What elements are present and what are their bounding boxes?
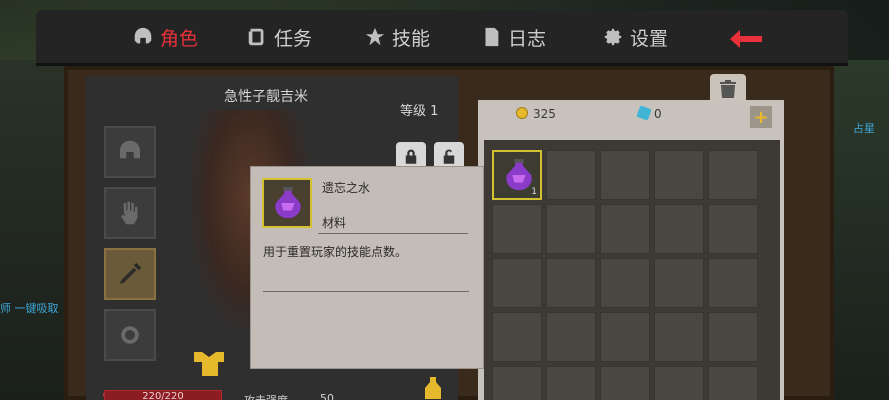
- tab-skills[interactable]: 技能: [364, 22, 430, 52]
- inventory-cell[interactable]: [654, 150, 704, 200]
- inventory-cell[interactable]: [708, 312, 758, 362]
- unlock-icon: [443, 149, 455, 164]
- skill-icon: [364, 26, 386, 48]
- character-name: 急性子靓吉米: [224, 89, 308, 105]
- purple-potion-icon: [275, 187, 301, 219]
- inventory-cell[interactable]: [708, 150, 758, 200]
- inventory-cell[interactable]: [708, 258, 758, 308]
- inventory-cell[interactable]: [492, 366, 542, 400]
- tab-quests[interactable]: 任务: [246, 22, 312, 52]
- ring-slot-icon: [121, 326, 139, 344]
- helmet-slot-icon: [120, 140, 140, 159]
- inventory-cell[interactable]: [546, 204, 596, 254]
- gem-amount: 0: [654, 107, 662, 121]
- back-button[interactable]: [716, 26, 776, 52]
- scroll-icon: [246, 26, 268, 48]
- inventory-cell[interactable]: [708, 204, 758, 254]
- world-right-text: 占星: [853, 122, 875, 135]
- tab-settings[interactable]: 设置: [602, 22, 668, 52]
- inventory-cell[interactable]: [600, 366, 650, 400]
- lock-icon: [405, 149, 417, 164]
- tab-journal[interactable]: 日志: [480, 22, 546, 52]
- inventory-cell[interactable]: [600, 150, 650, 200]
- armor-icon[interactable]: [192, 348, 226, 378]
- tab-quests-label: 任务: [274, 27, 313, 50]
- tooltip-divider: [318, 233, 468, 234]
- inventory-cell[interactable]: [492, 258, 542, 308]
- helmet-icon: [132, 26, 154, 48]
- tooltip-description: 用于重置玩家的技能点数。: [263, 245, 408, 259]
- trash-icon: [720, 80, 736, 98]
- inventory-cell[interactable]: [654, 366, 704, 400]
- tab-skills-label: 技能: [392, 27, 431, 50]
- weapon-slot-icon: [120, 262, 142, 284]
- tab-character-label: 角色: [160, 27, 199, 50]
- attack-label: 攻击强度: [244, 392, 288, 400]
- inventory-cell[interactable]: [492, 204, 542, 254]
- tooltip-divider-bottom: [263, 291, 469, 292]
- hp-bar: 220/220: [104, 390, 222, 400]
- inventory-cell[interactable]: [492, 312, 542, 362]
- inventory-cell[interactable]: [708, 366, 758, 400]
- tab-settings-label: 设置: [630, 27, 669, 50]
- gold-coin-icon: [516, 107, 528, 119]
- tab-journal-label: 日志: [508, 27, 547, 50]
- add-currency-button[interactable]: +: [750, 106, 772, 128]
- inventory-cell[interactable]: [654, 258, 704, 308]
- inventory-cell[interactable]: [546, 258, 596, 308]
- inventory-cell[interactable]: [546, 312, 596, 362]
- equip-slot-ring[interactable]: [104, 309, 156, 361]
- item-count: 1: [531, 187, 537, 197]
- inventory-cell[interactable]: 1: [492, 150, 542, 200]
- equip-slot-helmet[interactable]: [104, 126, 156, 178]
- tooltip-item-icon: [262, 178, 312, 228]
- tooltip-item-name: 遗忘之水: [322, 181, 371, 195]
- equip-slot-weapon[interactable]: [104, 248, 156, 300]
- inventory-cell[interactable]: [600, 312, 650, 362]
- inventory-cell[interactable]: [546, 150, 596, 200]
- inventory-cell[interactable]: [600, 258, 650, 308]
- attack-value: 50: [320, 392, 334, 400]
- potion-bottle-icon[interactable]: [422, 376, 444, 400]
- back-arrow-icon: [730, 30, 762, 48]
- journal-icon: [480, 26, 502, 48]
- inventory-cell[interactable]: [600, 204, 650, 254]
- character-level: 等级 1: [400, 104, 439, 119]
- tooltip-item-type: 材料: [322, 216, 347, 230]
- inventory-cell[interactable]: [546, 366, 596, 400]
- gear-icon: [602, 26, 624, 48]
- gold-amount: 325: [533, 107, 556, 121]
- world-left-text: 师 一键吸取: [0, 302, 59, 315]
- equip-slot-gloves[interactable]: [104, 187, 156, 239]
- inventory-cell[interactable]: [654, 204, 704, 254]
- tab-character[interactable]: 角色: [132, 22, 198, 52]
- inventory-cell[interactable]: [654, 312, 704, 362]
- glove-slot-icon: [121, 201, 138, 225]
